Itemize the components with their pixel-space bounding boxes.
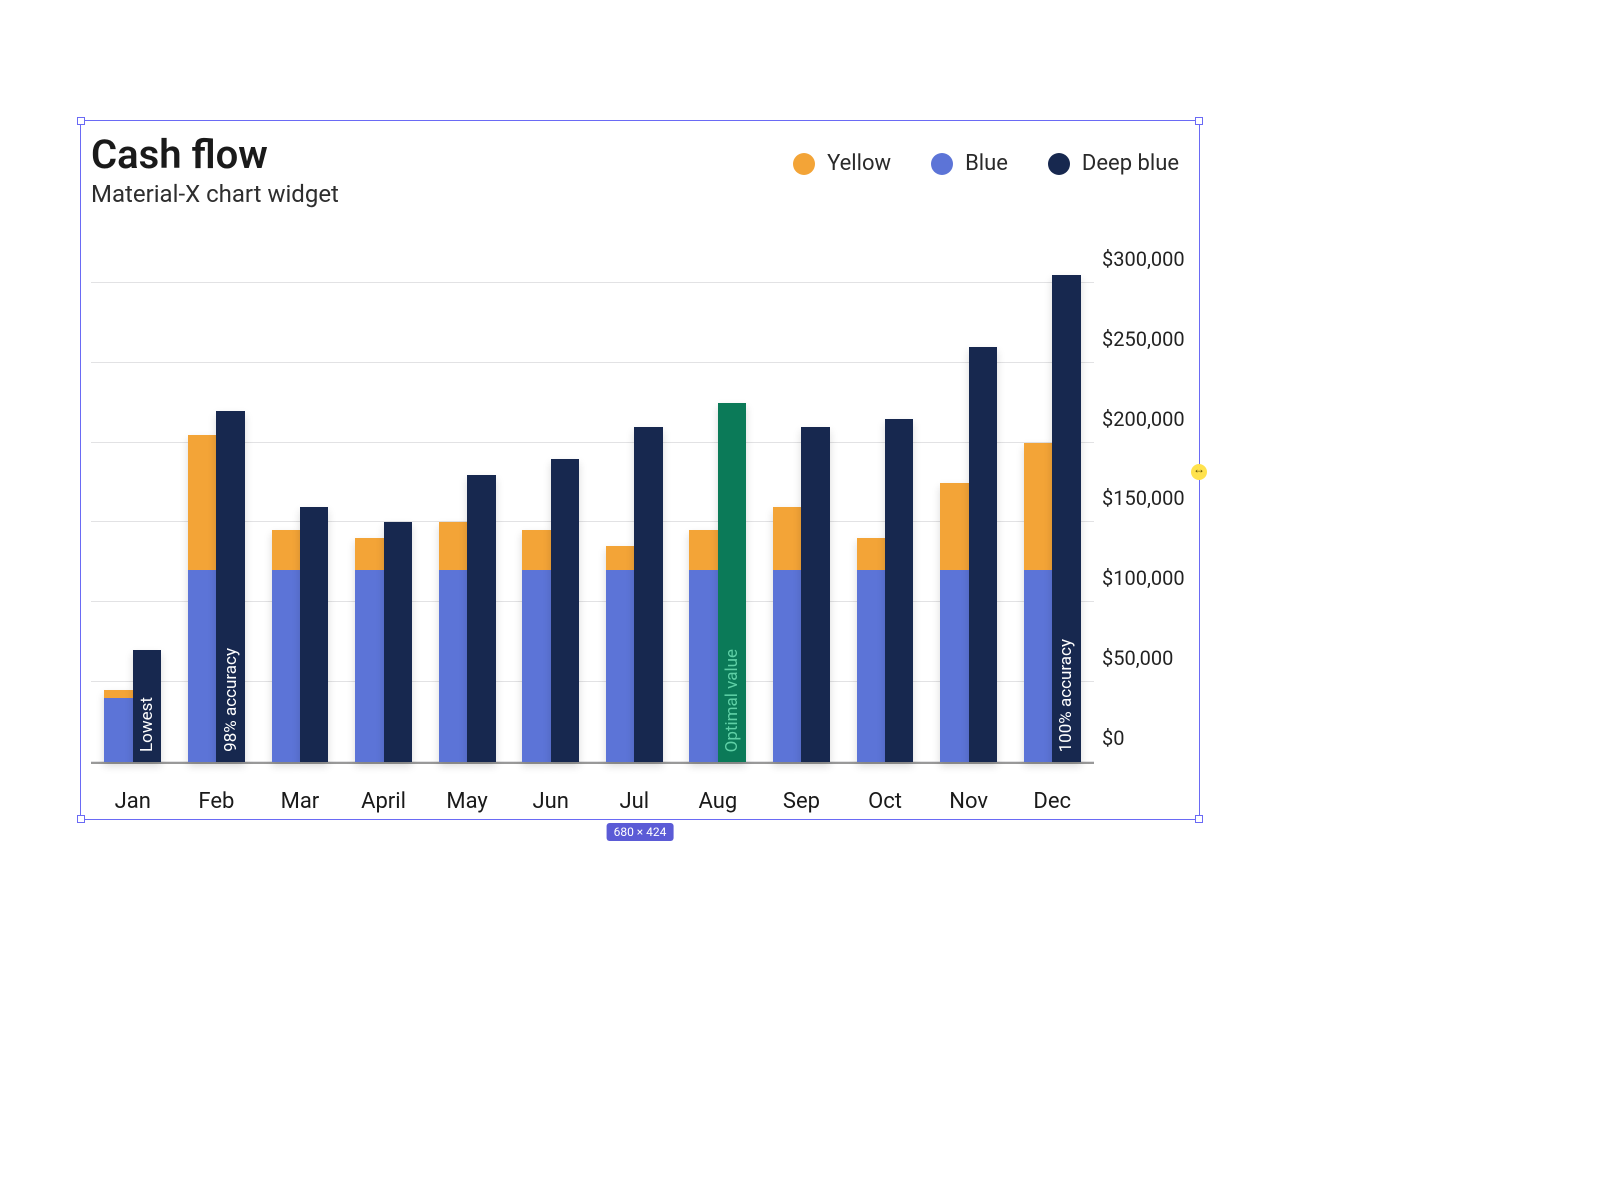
bar-annotation: Optimal value (722, 649, 742, 752)
bar-deep-blue (885, 419, 913, 762)
bar-blue-segment (104, 698, 132, 762)
bar-blue-segment (355, 570, 383, 762)
x-axis-label: April (361, 789, 406, 814)
bar-deep-blue (300, 507, 328, 763)
legend-item-yellow: Yellow (793, 151, 891, 176)
bar-blue-segment (773, 570, 801, 762)
legend-item-deep-blue: Deep blue (1048, 151, 1179, 176)
gridline: $250,000 (91, 362, 1094, 363)
chart-subtitle: Material-X chart widget (91, 180, 339, 208)
legend-label: Yellow (827, 151, 891, 176)
bar-annotation: 98% accuracy (221, 648, 241, 752)
selection-handle-bl[interactable] (77, 815, 85, 823)
y-axis-label: $250,000 (1102, 327, 1185, 351)
bar-yellow-blue (606, 546, 634, 762)
bar-yellow-blue (857, 538, 885, 762)
bar-yellow-blue (773, 507, 801, 763)
bar-deep-blue: Lowest (133, 650, 161, 762)
selection-handle-tl[interactable] (77, 117, 85, 125)
x-axis-label: Nov (949, 789, 988, 814)
x-axis-label: Jul (619, 789, 649, 814)
bar-deep-blue (384, 522, 412, 762)
x-axis-label: Sep (783, 789, 820, 814)
selection-size-badge: 680 × 424 (607, 823, 674, 841)
bar-blue-segment (606, 570, 634, 762)
bar-yellow-blue (188, 435, 216, 762)
bar-yellow-blue (104, 690, 132, 762)
y-axis-label: $50,000 (1102, 646, 1173, 670)
y-axis-label: $300,000 (1102, 247, 1185, 271)
bar-yellow-blue (940, 483, 968, 762)
bar-yellow-blue (355, 538, 383, 762)
chart-plot-area: $0$50,000$100,000$150,000$200,000$250,00… (91, 251, 1094, 764)
x-axis-label: Mar (281, 789, 320, 814)
x-axis-label: Dec (1033, 789, 1071, 814)
y-axis-label: $100,000 (1102, 566, 1185, 590)
bar-deep-blue (969, 347, 997, 762)
legend-item-blue: Blue (931, 151, 1008, 176)
legend-label: Deep blue (1082, 151, 1179, 176)
bar-deep-blue (801, 427, 829, 762)
x-axis-label: May (446, 789, 487, 814)
x-axis-label: Jan (115, 789, 151, 814)
bar-blue-segment (940, 570, 968, 762)
bar-deep-blue (467, 475, 495, 762)
x-axis-label: Oct (868, 789, 902, 814)
bar-deep-blue: 98% accuracy (216, 411, 244, 762)
bar-deep-blue (634, 427, 662, 762)
chart-widget-frame[interactable]: 680 × 424 Cash flow Material-X chart wid… (80, 120, 1200, 820)
x-axis-label: Jun (532, 789, 568, 814)
chart-title: Cash flow (91, 131, 339, 178)
bar-blue-segment (1024, 570, 1052, 762)
legend-label: Blue (965, 151, 1008, 176)
legend-dot-icon (793, 153, 815, 175)
x-axis-label: Aug (699, 789, 738, 814)
bar-yellow-blue (439, 522, 467, 762)
bar-blue-segment (689, 570, 717, 762)
chart-header: Cash flow Material-X chart widget (91, 131, 339, 208)
legend-dot-icon (931, 153, 953, 175)
bar-deep-blue (551, 459, 579, 762)
bar-annotation: 100% accuracy (1056, 639, 1076, 752)
x-axis-label: Feb (198, 789, 234, 814)
gridline: $300,000 (91, 282, 1094, 283)
bar-deep-blue: 100% accuracy (1052, 275, 1080, 762)
selection-handle-tr[interactable] (1195, 117, 1203, 125)
bar-deep-blue: Optimal value (718, 403, 746, 762)
bar-yellow-blue (689, 530, 717, 762)
y-axis-label: $150,000 (1102, 486, 1185, 510)
bar-blue-segment (188, 570, 216, 762)
bar-yellow-blue (1024, 443, 1052, 762)
bar-blue-segment (272, 570, 300, 762)
bar-blue-segment (857, 570, 885, 762)
resize-handle-right[interactable] (1191, 464, 1207, 480)
bar-blue-segment (439, 570, 467, 762)
y-axis-label: $200,000 (1102, 407, 1185, 431)
legend-dot-icon (1048, 153, 1070, 175)
chart-legend: Yellow Blue Deep blue (793, 151, 1179, 176)
selection-handle-br[interactable] (1195, 815, 1203, 823)
bar-yellow-blue (522, 530, 550, 762)
chart-x-axis: Jan Feb Mar April May Jun Jul Aug Sep Oct Nov Dec (91, 774, 1094, 814)
bar-blue-segment (522, 570, 550, 762)
bar-yellow-blue (272, 530, 300, 762)
bar-annotation: Lowest (137, 697, 157, 752)
y-axis-label: $0 (1102, 726, 1124, 750)
